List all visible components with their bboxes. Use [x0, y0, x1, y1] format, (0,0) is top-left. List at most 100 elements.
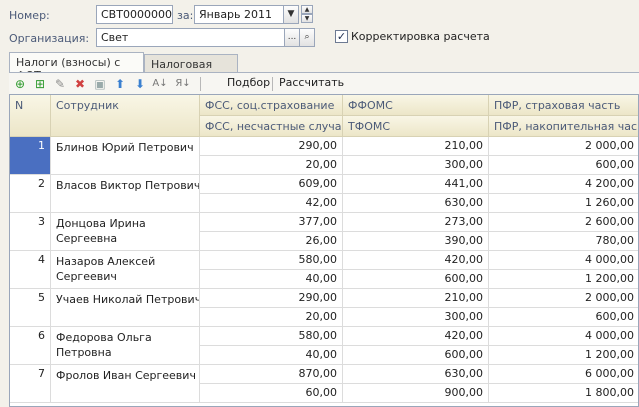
amount-cell[interactable]: 273,00 [343, 213, 489, 232]
taxes-table[interactable]: N Сотрудник ФСС, соц.страхование ФСС, не… [9, 94, 639, 407]
sort-desc-icon[interactable]: Я↓ [175, 76, 191, 92]
amount-cell[interactable]: 2 000,00 [489, 289, 638, 308]
row-number[interactable]: 2 [10, 175, 51, 213]
period-spin-down[interactable]: ▼ [301, 14, 313, 23]
delete-icon[interactable]: ✖ [72, 76, 88, 92]
employee-cell[interactable]: Назаров Алексей Сергеевич [51, 251, 200, 289]
amount-cell[interactable]: 40,00 [200, 270, 343, 289]
amount-cell[interactable]: 609,00 [200, 175, 343, 194]
amount-cell[interactable]: 6 000,00 [489, 365, 638, 384]
add-icon[interactable]: ⊕ [12, 76, 28, 92]
header-fss-social[interactable]: ФСС, соц.страхование [200, 95, 343, 116]
header-employee[interactable]: Сотрудник [51, 95, 200, 137]
row-number[interactable]: 5 [10, 289, 51, 327]
amount-cell[interactable]: 290,00 [200, 289, 343, 308]
amount-cell[interactable]: 4 000,00 [489, 327, 638, 346]
search-icon: ⌕ [304, 32, 310, 42]
employee-cell[interactable]: Донцова Ирина Сергеевна [51, 213, 200, 251]
select-button[interactable]: Подбор [227, 76, 270, 89]
amount-cell[interactable]: 1 200,00 [489, 346, 638, 365]
amount-cell[interactable]: 600,00 [343, 346, 489, 365]
amount-cell[interactable]: 40,00 [200, 346, 343, 365]
row-number[interactable]: 1 [10, 137, 51, 175]
spin-up-icon: ▲ [304, 6, 310, 13]
tab-taxes[interactable]: Налоги (взносы) с ФОТ [9, 52, 144, 82]
header-pfr-insurance[interactable]: ПФР, страховая часть [489, 95, 638, 116]
chevron-down-icon: ▼ [287, 9, 295, 19]
employee-name-line: Петровна [56, 346, 112, 359]
employee-cell[interactable]: Власов Виктор Петрович [51, 175, 200, 213]
row-number[interactable]: 7 [10, 365, 51, 403]
calculate-button[interactable]: Рассчитать [279, 76, 344, 89]
amount-cell[interactable]: 42,00 [200, 194, 343, 213]
ellipsis-icon: ... [287, 32, 297, 42]
amount-cell[interactable]: 630,00 [343, 365, 489, 384]
amount-cell[interactable]: 600,00 [489, 308, 638, 327]
amount-cell[interactable]: 2 600,00 [489, 213, 638, 232]
header-n[interactable]: N [10, 95, 51, 137]
amount-cell[interactable]: 2 000,00 [489, 137, 638, 156]
add-copy-icon[interactable]: ⊞ [32, 76, 48, 92]
amount-cell[interactable]: 210,00 [343, 289, 489, 308]
move-up-icon[interactable]: ⬆ [112, 76, 128, 92]
tab-tax-base[interactable]: Налоговая база [144, 54, 238, 84]
amount-cell[interactable]: 441,00 [343, 175, 489, 194]
row-number[interactable]: 4 [10, 251, 51, 289]
correction-label: Корректировка расчета [351, 30, 490, 43]
amount-cell[interactable]: 580,00 [200, 251, 343, 270]
amount-cell[interactable]: 4 000,00 [489, 251, 638, 270]
employee-cell[interactable]: Учаев Николай Петрович [51, 289, 200, 327]
grid-toolbar: ⊕ ⊞ ✎ ✖ ▣ ⬆ ⬇ A↓ Я↓ Подбор Рассчитать [9, 72, 639, 95]
amount-cell[interactable]: 1 800,00 [489, 384, 638, 403]
employee-name-line: Сергеевич [56, 270, 117, 283]
amount-cell[interactable]: 420,00 [343, 327, 489, 346]
employee-cell[interactable]: Блинов Юрий Петрович [51, 137, 200, 175]
header-fss-accidents[interactable]: ФСС, несчастные случаи [200, 116, 343, 137]
org-field[interactable]: Свет [96, 28, 285, 47]
amount-cell[interactable]: 1 260,00 [489, 194, 638, 213]
number-field[interactable]: СВТ00000001 [96, 5, 173, 24]
amount-cell[interactable]: 60,00 [200, 384, 343, 403]
amount-cell[interactable]: 600,00 [489, 156, 638, 175]
header-tfoms[interactable]: ТФОМС [343, 116, 489, 137]
amount-cell[interactable]: 600,00 [343, 270, 489, 289]
org-select-button[interactable]: ... [284, 28, 300, 47]
edit-icon[interactable]: ✎ [52, 76, 68, 92]
move-down-icon[interactable]: ⬇ [132, 76, 148, 92]
amount-cell[interactable]: 300,00 [343, 308, 489, 327]
header-pfr-funded[interactable]: ПФР, накопительная час... [489, 116, 638, 137]
amount-cell[interactable]: 390,00 [343, 232, 489, 251]
employee-name-line: Учаев Николай Петрович [56, 293, 200, 306]
amount-cell[interactable]: 210,00 [343, 137, 489, 156]
period-dropdown-button[interactable]: ▼ [283, 5, 299, 24]
amount-cell[interactable]: 300,00 [343, 156, 489, 175]
employee-cell[interactable]: Фролов Иван Сергеевич [51, 365, 200, 403]
employee-name-line: Назаров Алексей [56, 255, 156, 268]
amount-cell[interactable]: 780,00 [489, 232, 638, 251]
amount-cell[interactable]: 900,00 [343, 384, 489, 403]
amount-cell[interactable]: 870,00 [200, 365, 343, 384]
spin-down-icon: ▼ [304, 15, 310, 22]
amount-cell[interactable]: 580,00 [200, 327, 343, 346]
employee-name-line: Донцова Ирина [56, 217, 146, 230]
amount-cell[interactable]: 20,00 [200, 156, 343, 175]
org-search-button[interactable]: ⌕ [299, 28, 315, 47]
employee-cell[interactable]: Федорова Ольга Петровна [51, 327, 200, 365]
save-icon[interactable]: ▣ [92, 76, 108, 92]
period-spin-up[interactable]: ▲ [301, 5, 313, 14]
amount-cell[interactable]: 290,00 [200, 137, 343, 156]
amount-cell[interactable]: 377,00 [200, 213, 343, 232]
row-number[interactable]: 6 [10, 327, 51, 365]
amount-cell[interactable]: 1 200,00 [489, 270, 638, 289]
amount-cell[interactable]: 420,00 [343, 251, 489, 270]
amount-cell[interactable]: 26,00 [200, 232, 343, 251]
row-number[interactable]: 3 [10, 213, 51, 251]
number-label: Номер: [9, 9, 50, 22]
period-field[interactable]: Январь 2011 [194, 5, 284, 24]
amount-cell[interactable]: 20,00 [200, 308, 343, 327]
header-ffoms[interactable]: ФФОМС [343, 95, 489, 116]
amount-cell[interactable]: 4 200,00 [489, 175, 638, 194]
correction-checkbox[interactable]: ✓ [335, 30, 348, 43]
amount-cell[interactable]: 630,00 [343, 194, 489, 213]
sort-asc-icon[interactable]: A↓ [152, 76, 168, 92]
